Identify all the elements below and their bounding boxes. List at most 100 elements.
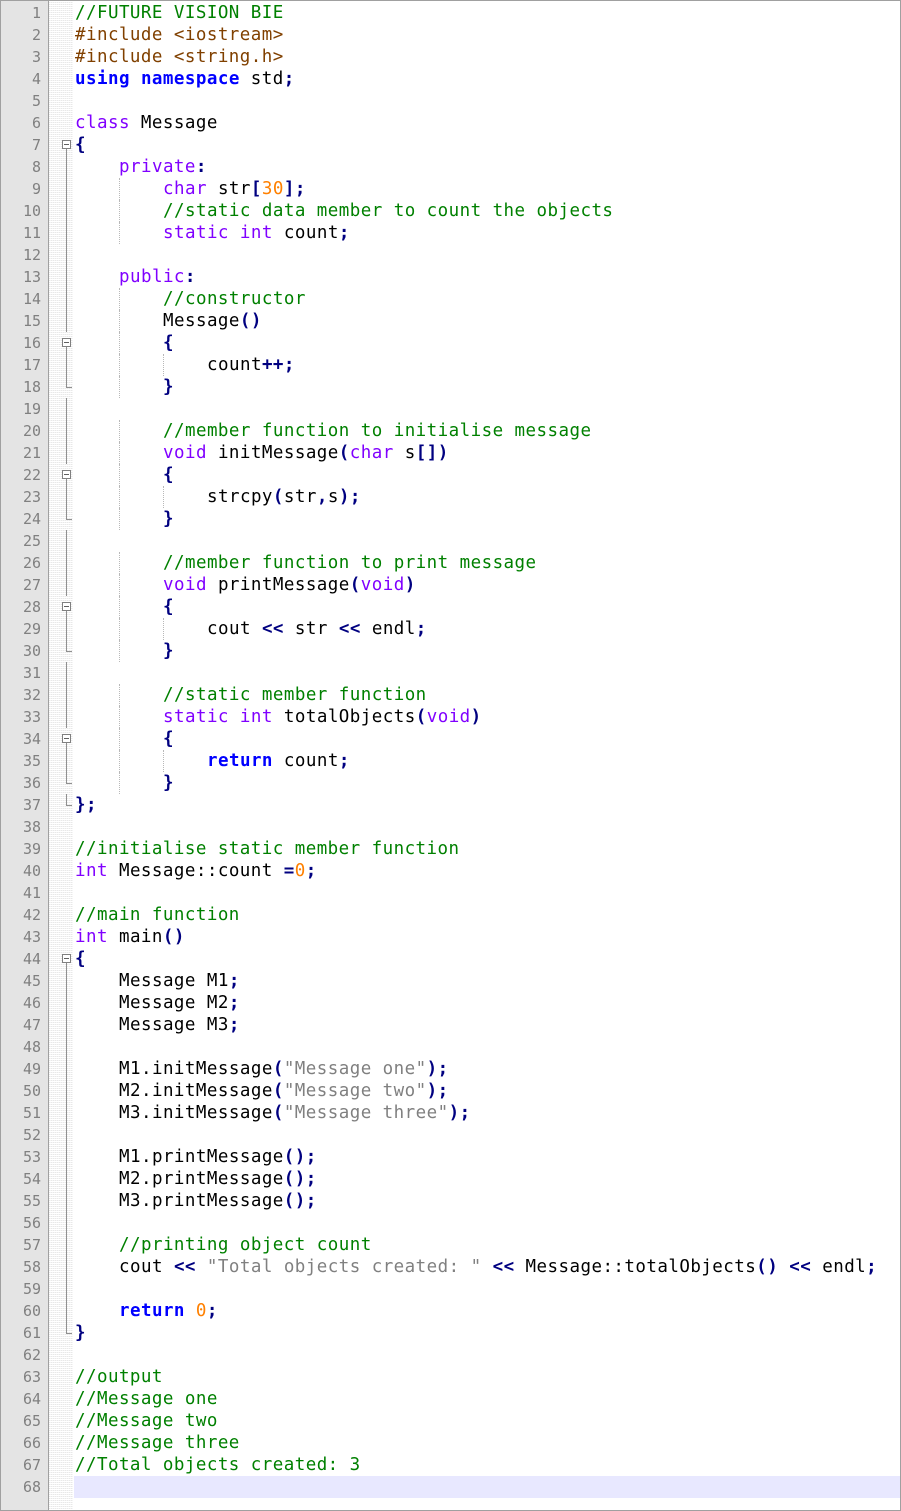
- code-text[interactable]: [74, 244, 900, 266]
- code-line[interactable]: 59: [1, 1278, 900, 1300]
- fold-collapse-icon[interactable]: [62, 332, 73, 354]
- code-line[interactable]: 1 //FUTURE VISION BIE: [1, 2, 900, 24]
- code-text[interactable]: //Message three: [74, 1432, 900, 1454]
- fold-collapse-icon[interactable]: [62, 134, 73, 156]
- code-text[interactable]: [74, 882, 900, 904]
- code-line[interactable]: 40 int Message::count =0;: [1, 860, 900, 882]
- code-text[interactable]: //static member function: [74, 684, 900, 706]
- code-text[interactable]: //output: [74, 1366, 900, 1388]
- code-text[interactable]: {: [74, 728, 900, 750]
- code-line[interactable]: 5: [1, 90, 900, 112]
- code-line[interactable]: 28 {: [1, 596, 900, 618]
- code-text[interactable]: }: [74, 376, 900, 398]
- code-line[interactable]: 26 //member function to print message: [1, 552, 900, 574]
- code-text[interactable]: };: [74, 794, 900, 816]
- code-text[interactable]: private:: [74, 156, 900, 178]
- code-line[interactable]: 27 void printMessage(void): [1, 574, 900, 596]
- code-text[interactable]: //Message one: [74, 1388, 900, 1410]
- code-line[interactable]: 8 private:: [1, 156, 900, 178]
- code-line[interactable]: 30}: [1, 640, 900, 662]
- code-text[interactable]: M2.initMessage("Message two");: [74, 1080, 900, 1102]
- code-text[interactable]: M3.initMessage("Message three");: [74, 1102, 900, 1124]
- code-text[interactable]: //initialise static member function: [74, 838, 900, 860]
- fold-collapse-icon[interactable]: [62, 596, 73, 618]
- code-line[interactable]: 37};: [1, 794, 900, 816]
- code-line[interactable]: 21 void initMessage(char s[]): [1, 442, 900, 464]
- code-text[interactable]: using namespace std;: [74, 68, 900, 90]
- code-line[interactable]: 7{: [1, 134, 900, 156]
- code-text[interactable]: Message(): [74, 310, 900, 332]
- code-line[interactable]: 24}: [1, 508, 900, 530]
- code-text[interactable]: {: [74, 332, 900, 354]
- code-text[interactable]: Message M1;: [74, 970, 900, 992]
- code-line[interactable]: 29 cout << str << endl;: [1, 618, 900, 640]
- code-line[interactable]: 68: [1, 1476, 900, 1498]
- code-line[interactable]: 66 //Message three: [1, 1432, 900, 1454]
- code-text[interactable]: M1.initMessage("Message one");: [74, 1058, 900, 1080]
- code-text[interactable]: //static data member to count the object…: [74, 200, 900, 222]
- code-line[interactable]: 17 count++;: [1, 354, 900, 376]
- code-line[interactable]: 48: [1, 1036, 900, 1058]
- code-text[interactable]: int main(): [74, 926, 900, 948]
- code-line[interactable]: 58 cout << "Total objects created: " << M…: [1, 1256, 900, 1278]
- code-line[interactable]: 9 char str[30];: [1, 178, 900, 200]
- code-text[interactable]: [74, 398, 900, 420]
- code-line[interactable]: 51 M3.initMessage("Message three");: [1, 1102, 900, 1124]
- code-text[interactable]: M2.printMessage();: [74, 1168, 900, 1190]
- code-line[interactable]: 18}: [1, 376, 900, 398]
- code-line[interactable]: 60 return 0;: [1, 1300, 900, 1322]
- code-text[interactable]: void initMessage(char s[]): [74, 442, 900, 464]
- code-line[interactable]: 67 //Total objects created: 3: [1, 1454, 900, 1476]
- code-text[interactable]: [74, 1124, 900, 1146]
- code-text[interactable]: char str[30];: [74, 178, 900, 200]
- code-text[interactable]: #include <iostream>: [74, 24, 900, 46]
- code-text[interactable]: }: [74, 640, 900, 662]
- code-line[interactable]: 64 //Message one: [1, 1388, 900, 1410]
- code-editor[interactable]: 1 //FUTURE VISION BIE 2 #include <iostream>…: [0, 0, 901, 1511]
- code-line[interactable]: 10 //static data member to count the obje…: [1, 200, 900, 222]
- code-line[interactable]: 57 //printing object count: [1, 1234, 900, 1256]
- code-text[interactable]: //FUTURE VISION BIE: [74, 2, 900, 24]
- code-text[interactable]: {: [74, 948, 900, 970]
- code-text[interactable]: [74, 1344, 900, 1366]
- code-line[interactable]: 13 public:: [1, 266, 900, 288]
- code-text[interactable]: M1.printMessage();: [74, 1146, 900, 1168]
- code-text[interactable]: //main function: [74, 904, 900, 926]
- code-text[interactable]: static int totalObjects(void): [74, 706, 900, 728]
- code-text[interactable]: cout << str << endl;: [74, 618, 900, 640]
- code-text[interactable]: [74, 530, 900, 552]
- code-text[interactable]: //Message two: [74, 1410, 900, 1432]
- code-text[interactable]: [74, 90, 900, 112]
- code-text[interactable]: return 0;: [74, 1300, 900, 1322]
- code-text[interactable]: //constructor: [74, 288, 900, 310]
- code-line[interactable]: 54 M2.printMessage();: [1, 1168, 900, 1190]
- code-line[interactable]: 65 //Message two: [1, 1410, 900, 1432]
- code-line[interactable]: 45 Message M1;: [1, 970, 900, 992]
- code-text[interactable]: {: [74, 134, 900, 156]
- code-text[interactable]: cout << "Total objects created: " << Mes…: [74, 1256, 900, 1278]
- code-text[interactable]: //member function to initialise message: [74, 420, 900, 442]
- code-line[interactable]: 32 //static member function: [1, 684, 900, 706]
- code-line[interactable]: 33 static int totalObjects(void): [1, 706, 900, 728]
- code-text[interactable]: [74, 1278, 900, 1300]
- code-text[interactable]: {: [74, 464, 900, 486]
- code-text[interactable]: Message M2;: [74, 992, 900, 1014]
- code-text[interactable]: Message M3;: [74, 1014, 900, 1036]
- code-line[interactable]: 36}: [1, 772, 900, 794]
- code-line[interactable]: 35 return count;: [1, 750, 900, 772]
- code-line[interactable]: 43 int main(): [1, 926, 900, 948]
- code-text[interactable]: //Total objects created: 3: [74, 1454, 900, 1476]
- code-text[interactable]: [74, 1476, 900, 1498]
- code-line[interactable]: 52: [1, 1124, 900, 1146]
- code-text[interactable]: #include <string.h>: [74, 46, 900, 68]
- code-line[interactable]: 44 {: [1, 948, 900, 970]
- code-text[interactable]: class Message: [74, 112, 900, 134]
- code-line[interactable]: 11 static int count;: [1, 222, 900, 244]
- code-text[interactable]: [74, 662, 900, 684]
- code-text[interactable]: static int count;: [74, 222, 900, 244]
- code-text[interactable]: return count;: [74, 750, 900, 772]
- code-text[interactable]: strcpy(str,s);: [74, 486, 900, 508]
- code-line[interactable]: 62: [1, 1344, 900, 1366]
- fold-collapse-icon[interactable]: [62, 464, 73, 486]
- code-line[interactable]: 34 {: [1, 728, 900, 750]
